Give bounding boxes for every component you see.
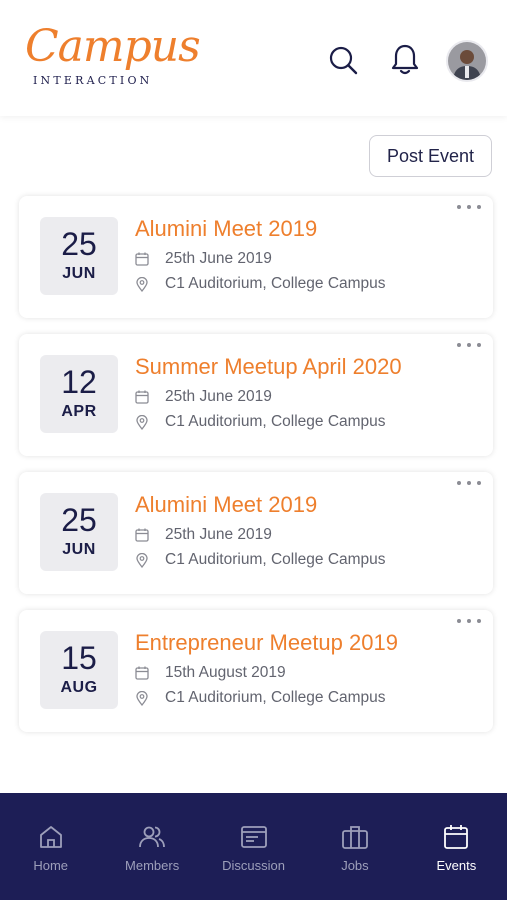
campus-logo[interactable]: Campus INTERACTION bbox=[25, 22, 201, 94]
event-date-text: 25th June 2019 bbox=[165, 526, 272, 543]
logo-script-text: Campus bbox=[25, 21, 201, 72]
event-date-row: 15th August 2019 bbox=[135, 664, 286, 682]
event-date-text: 25th June 2019 bbox=[165, 250, 272, 267]
event-location-row: C1 Auditorium, College Campus bbox=[135, 275, 386, 293]
event-card[interactable]: 25 JUN Alumini Meet 2019 25th June 2019 … bbox=[19, 472, 493, 594]
event-date-box: 25 JUN bbox=[40, 493, 118, 571]
event-date-box: 25 JUN bbox=[40, 217, 118, 295]
event-month: JUN bbox=[62, 265, 96, 282]
event-location-text: C1 Auditorium, College Campus bbox=[165, 689, 386, 706]
event-month: APR bbox=[61, 403, 97, 420]
event-title[interactable]: Entrepreneur Meetup 2019 bbox=[135, 630, 398, 656]
app-header: Campus INTERACTION bbox=[0, 0, 507, 116]
more-options-icon[interactable] bbox=[457, 340, 481, 350]
nav-item-jobs[interactable]: Jobs bbox=[304, 793, 405, 900]
nav-label: Members bbox=[125, 858, 180, 873]
nav-item-members[interactable]: Members bbox=[101, 793, 202, 900]
bell-icon[interactable] bbox=[387, 42, 423, 78]
calendar-small-icon bbox=[135, 252, 149, 266]
event-date-box: 12 APR bbox=[40, 355, 118, 433]
location-pin-icon bbox=[135, 276, 149, 292]
event-title[interactable]: Alumini Meet 2019 bbox=[135, 216, 317, 242]
event-location-row: C1 Auditorium, College Campus bbox=[135, 413, 386, 431]
more-options-icon[interactable] bbox=[457, 202, 481, 212]
event-date-box: 15 AUG bbox=[40, 631, 118, 709]
event-card[interactable]: 15 AUG Entrepreneur Meetup 2019 15th Aug… bbox=[19, 610, 493, 732]
event-month: AUG bbox=[60, 679, 98, 696]
event-card[interactable]: 25 JUN Alumini Meet 2019 25th June 2019 … bbox=[19, 196, 493, 318]
calendar-small-icon bbox=[135, 666, 149, 680]
event-day: 25 bbox=[61, 502, 97, 538]
event-title[interactable]: Alumini Meet 2019 bbox=[135, 492, 317, 518]
nav-label: Home bbox=[33, 858, 69, 873]
nav-label: Events bbox=[436, 858, 477, 873]
avatar[interactable] bbox=[446, 40, 488, 82]
logo-subtitle: INTERACTION bbox=[33, 74, 153, 87]
event-date-row: 25th June 2019 bbox=[135, 526, 272, 544]
briefcase-icon bbox=[341, 823, 369, 851]
event-location-row: C1 Auditorium, College Campus bbox=[135, 551, 386, 569]
nav-item-discussion[interactable]: Discussion bbox=[203, 793, 304, 900]
event-month: JUN bbox=[62, 541, 96, 558]
event-title[interactable]: Summer Meetup April 2020 bbox=[135, 354, 402, 380]
location-pin-icon bbox=[135, 414, 149, 430]
event-date-row: 25th June 2019 bbox=[135, 388, 272, 406]
members-icon bbox=[138, 823, 166, 851]
location-pin-icon bbox=[135, 552, 149, 568]
nav-label: Jobs bbox=[341, 858, 369, 873]
event-day: 12 bbox=[61, 364, 97, 400]
calendar-small-icon bbox=[135, 528, 149, 542]
location-pin-icon bbox=[135, 690, 149, 706]
event-day: 25 bbox=[61, 226, 97, 262]
bottom-nav: Home Members Discussion Jobs Events bbox=[0, 793, 507, 900]
event-location-text: C1 Auditorium, College Campus bbox=[165, 551, 386, 568]
search-icon[interactable] bbox=[325, 42, 361, 78]
more-options-icon[interactable] bbox=[457, 478, 481, 488]
event-location-text: C1 Auditorium, College Campus bbox=[165, 275, 386, 292]
event-date-row: 25th June 2019 bbox=[135, 250, 272, 268]
more-options-icon[interactable] bbox=[457, 616, 481, 626]
home-icon bbox=[37, 823, 65, 851]
nav-item-events[interactable]: Events bbox=[406, 793, 507, 900]
event-day: 15 bbox=[61, 640, 97, 676]
event-card[interactable]: 12 APR Summer Meetup April 2020 25th Jun… bbox=[19, 334, 493, 456]
discussion-icon bbox=[240, 823, 268, 851]
nav-label: Discussion bbox=[222, 858, 285, 873]
nav-item-home[interactable]: Home bbox=[0, 793, 101, 900]
calendar-small-icon bbox=[135, 390, 149, 404]
post-event-button[interactable]: Post Event bbox=[369, 135, 492, 177]
event-location-row: C1 Auditorium, College Campus bbox=[135, 689, 386, 707]
calendar-icon bbox=[442, 823, 470, 851]
app-root: Campus INTERACTION Post Event 25 JUN Alu… bbox=[0, 0, 507, 900]
event-location-text: C1 Auditorium, College Campus bbox=[165, 413, 386, 430]
event-date-text: 15th August 2019 bbox=[165, 664, 286, 681]
event-date-text: 25th June 2019 bbox=[165, 388, 272, 405]
